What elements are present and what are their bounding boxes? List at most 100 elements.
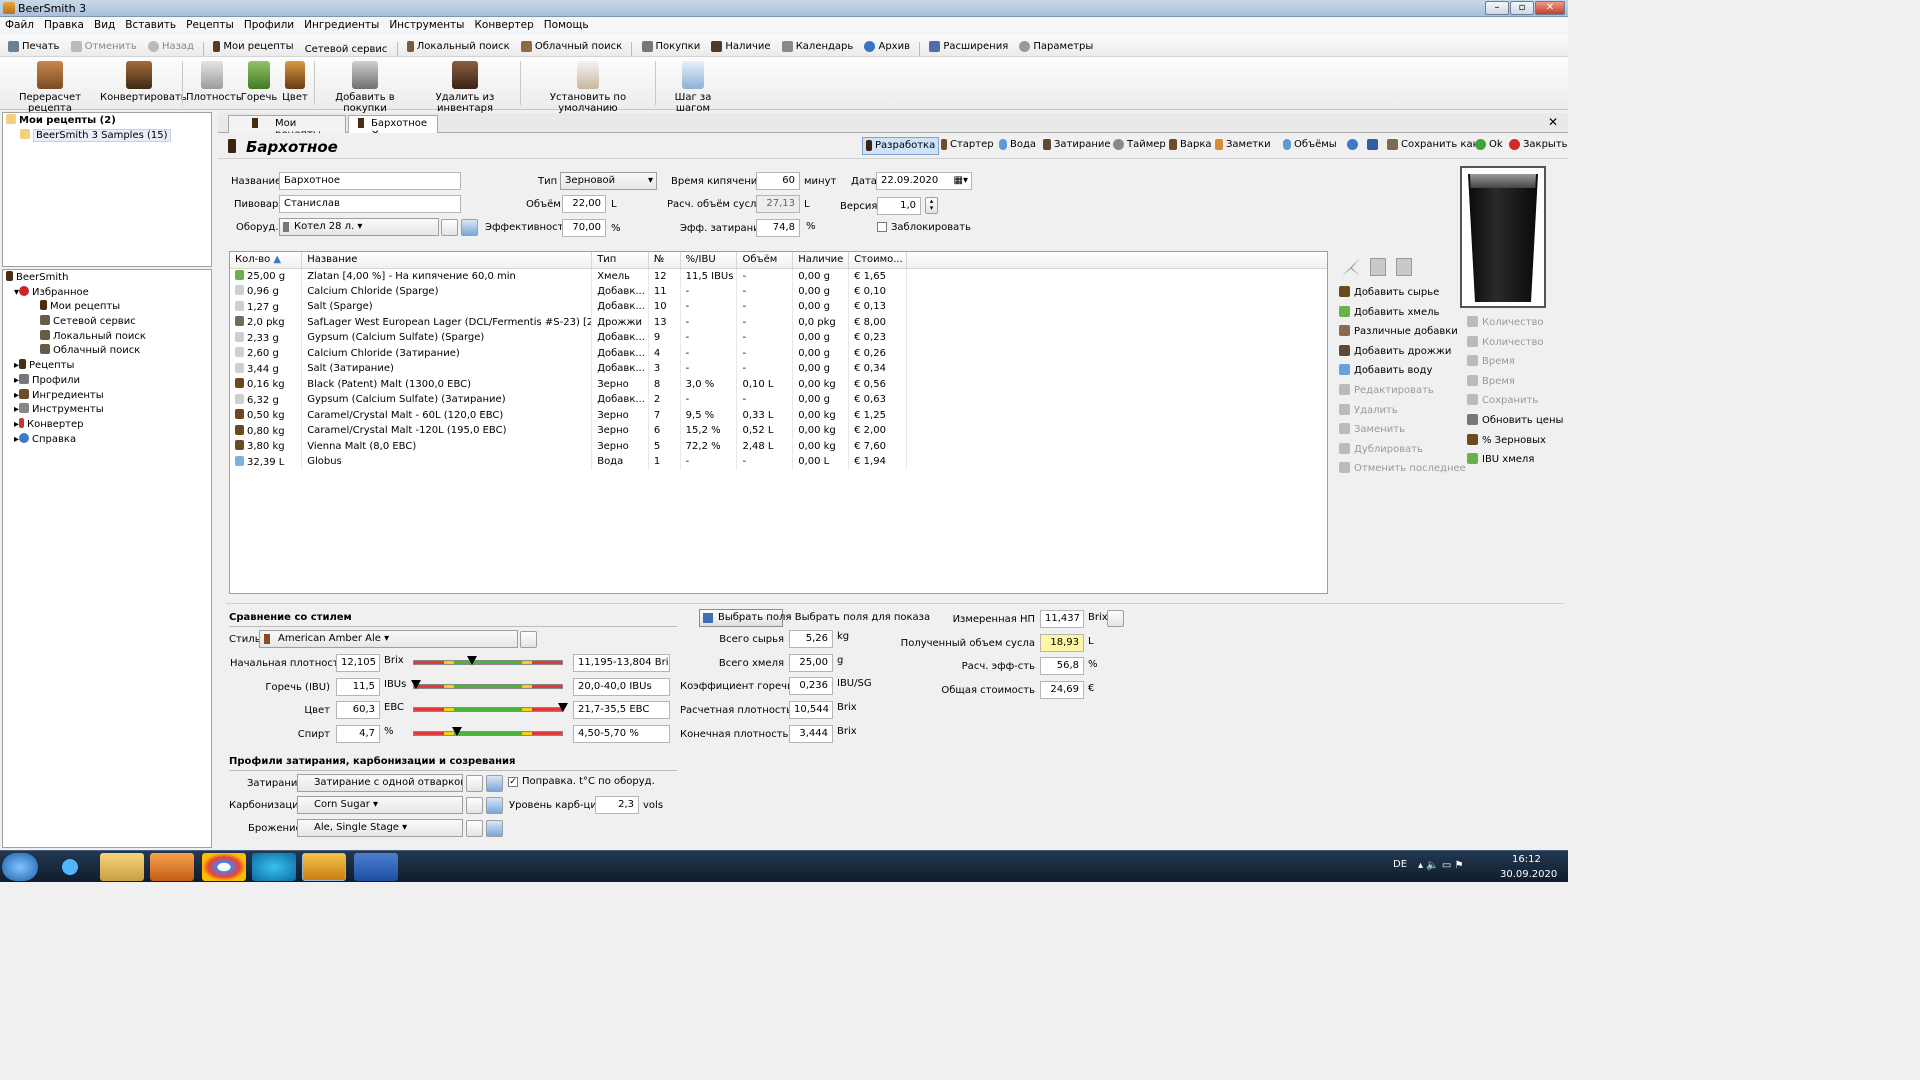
- close-window-button[interactable]: ✕: [1535, 1, 1565, 15]
- menu-profiles[interactable]: Профили: [239, 17, 299, 33]
- action-4[interactable]: Добавить воду: [1339, 361, 1432, 381]
- menu-insert[interactable]: Вставить: [120, 17, 181, 33]
- carb-save-button[interactable]: [486, 797, 503, 814]
- action2-5[interactable]: Обновить цены: [1467, 411, 1563, 431]
- col-volume[interactable]: Объём: [736, 252, 794, 269]
- style-dropdown[interactable]: American Amber Ale ▾: [259, 630, 518, 648]
- language-indicator[interactable]: DE: [1393, 859, 1407, 870]
- tray-icons[interactable]: ▴ 🔈 ▭ ⚑: [1418, 860, 1463, 871]
- add-to-shopping-button[interactable]: Добавить в покупки: [318, 61, 412, 114]
- nav-profiles[interactable]: ▸ Профили: [6, 373, 211, 389]
- menu-converter[interactable]: Конвертер: [469, 17, 538, 33]
- action2-1[interactable]: Количество: [1467, 333, 1544, 353]
- maximize-button[interactable]: ▫: [1510, 1, 1534, 15]
- col-ibu[interactable]: %/IBU: [680, 252, 738, 269]
- equipment-save-button[interactable]: [461, 219, 478, 236]
- nav-local-search[interactable]: Локальный поиск: [6, 329, 211, 345]
- nav-help[interactable]: ▸ Справка: [6, 432, 211, 448]
- tab-design[interactable]: Разработка: [862, 137, 940, 155]
- ok-button[interactable]: Ok: [1472, 137, 1506, 155]
- folder-samples[interactable]: BeerSmith 3 Samples (15): [6, 128, 211, 144]
- col-amount[interactable]: Кол-во ▲: [230, 252, 303, 269]
- table-row[interactable]: 6,32 g Gypsum (Calcium Sulfate) (Затирани…: [230, 392, 1327, 408]
- tab-mash[interactable]: Затирание: [1040, 137, 1114, 155]
- word-icon[interactable]: [354, 853, 398, 881]
- date-field[interactable]: 22.09.2020 ▦▾: [876, 172, 972, 190]
- folder-my-recipes[interactable]: Мои рецепты (2): [6, 114, 211, 129]
- action2-7[interactable]: IBU хмеля: [1467, 450, 1534, 470]
- table-row[interactable]: 2,0 pkg SafLager West European Lager (DCL…: [230, 314, 1327, 330]
- nav-cloud-search[interactable]: Облачный поиск: [6, 344, 211, 359]
- minimize-button[interactable]: –: [1485, 1, 1509, 15]
- tab-my-recipes[interactable]: Мои рецепты ...: [228, 115, 346, 140]
- options-button[interactable]: Параметры: [1015, 35, 1097, 57]
- recalc-recipe-button[interactable]: Перерасчет рецепта: [4, 61, 96, 114]
- nav-converter[interactable]: ▸ Конвертер: [6, 417, 211, 433]
- version-spinner[interactable]: ▴ ▾: [925, 197, 938, 214]
- mash-save-button[interactable]: [486, 775, 503, 792]
- bitterness-button[interactable]: Горечь: [240, 61, 278, 103]
- remove-from-inventory-button[interactable]: Удалить из инвентаря: [414, 61, 516, 114]
- explorer-icon[interactable]: [100, 853, 144, 881]
- ferm-dropdown[interactable]: Ale, Single Stage ▾: [297, 819, 463, 837]
- action-7[interactable]: Заменить: [1339, 420, 1405, 440]
- menu-help[interactable]: Помощь: [539, 17, 594, 33]
- action-3[interactable]: Добавить дрожжи: [1339, 342, 1451, 362]
- chrome-icon[interactable]: [202, 853, 246, 881]
- ferm-edit-button[interactable]: [466, 820, 483, 837]
- calendar-button[interactable]: Календарь: [778, 35, 858, 57]
- menu-edit[interactable]: Правка: [39, 17, 89, 33]
- cloud-search-button[interactable]: Облачный поиск: [517, 35, 626, 57]
- menu-recipes[interactable]: Рецепты: [181, 17, 239, 33]
- tab-water[interactable]: Вода: [996, 137, 1039, 155]
- carb-dropdown[interactable]: Corn Sugar ▾: [297, 796, 463, 814]
- mash-adjust-checkbox[interactable]: ✓: [508, 777, 518, 787]
- col-number[interactable]: №: [648, 252, 681, 269]
- brewer-field[interactable]: Станислав: [279, 195, 461, 213]
- step-by-step-button[interactable]: Шаг за шагом: [659, 61, 727, 114]
- table-row[interactable]: 2,33 g Gypsum (Calcium Sulfate) (Sparge) Д…: [230, 330, 1327, 346]
- nav-ingredients[interactable]: ▸ Ингредиенты: [6, 388, 211, 404]
- boil-time-field[interactable]: 60: [756, 172, 800, 190]
- table-row[interactable]: 2,60 g Calcium Chloride (Затирание) Добавк…: [230, 345, 1327, 361]
- nav-beersmith[interactable]: BeerSmith: [6, 271, 211, 286]
- color-button[interactable]: Цвет: [280, 61, 310, 103]
- table-row[interactable]: 32,39 L Globus Вода 1 - - 0,00 L € 1,94: [230, 454, 1327, 470]
- action-0[interactable]: Добавить сырье: [1339, 283, 1439, 303]
- gravity-button[interactable]: Плотность: [186, 61, 242, 103]
- carb-edit-button[interactable]: [466, 797, 483, 814]
- extensions-button[interactable]: Расширения: [925, 35, 1012, 57]
- table-row[interactable]: 3,44 g Salt (Затирание) Добавк... 3 - - 0,00 g…: [230, 361, 1327, 377]
- equipment-dropdown[interactable]: Котел 28 л. ▾: [279, 218, 439, 236]
- edge-icon[interactable]: [252, 853, 296, 881]
- efficiency-field[interactable]: 70,00: [562, 219, 606, 237]
- paste-icon[interactable]: [1396, 258, 1412, 276]
- table-row[interactable]: 1,27 g Salt (Sparge) Добавк... 10 - - 0,00 g € …: [230, 299, 1327, 315]
- save-as-button[interactable]: Сохранить как: [1384, 137, 1482, 155]
- action-6[interactable]: Удалить: [1339, 401, 1398, 421]
- table-row[interactable]: 0,16 kg Black (Patent) Malt (1300,0 EBC) З…: [230, 376, 1327, 392]
- set-default-button[interactable]: Установить по умолчанию: [524, 61, 652, 114]
- media-player-icon[interactable]: [150, 853, 194, 881]
- tab-notes[interactable]: Заметки: [1212, 137, 1274, 155]
- my-recipes-button[interactable]: Мои рецепты: [209, 35, 297, 57]
- action-9[interactable]: Отменить последнее: [1339, 459, 1466, 479]
- tab-brew[interactable]: Варка: [1166, 137, 1215, 155]
- inventory-button[interactable]: Наличие: [707, 35, 774, 57]
- nav-recipes[interactable]: ▸ Рецепты: [6, 359, 211, 374]
- menu-ingredients[interactable]: Ингредиенты: [299, 17, 384, 33]
- action2-4[interactable]: Сохранить: [1467, 391, 1538, 411]
- type-dropdown[interactable]: Зерновой ▾: [560, 172, 657, 190]
- action2-3[interactable]: Время: [1467, 372, 1515, 392]
- action2-0[interactable]: Количество: [1467, 313, 1544, 333]
- back-button[interactable]: Назад: [144, 35, 198, 57]
- close-recipe-button[interactable]: Закрыть: [1506, 137, 1568, 155]
- table-row[interactable]: 25,00 g Zlatan [4,00 %] - На кипячение 60…: [230, 268, 1327, 284]
- tab-volumes[interactable]: Объёмы: [1280, 137, 1340, 155]
- print-button[interactable]: Печать: [4, 35, 63, 57]
- action2-2[interactable]: Время: [1467, 352, 1515, 372]
- col-type[interactable]: Тип: [591, 252, 649, 269]
- name-field[interactable]: Бархотное: [279, 172, 461, 190]
- nav-tools[interactable]: ▸ Инструменты: [6, 403, 211, 418]
- nav-my-recipes[interactable]: Мои рецепты: [6, 300, 211, 315]
